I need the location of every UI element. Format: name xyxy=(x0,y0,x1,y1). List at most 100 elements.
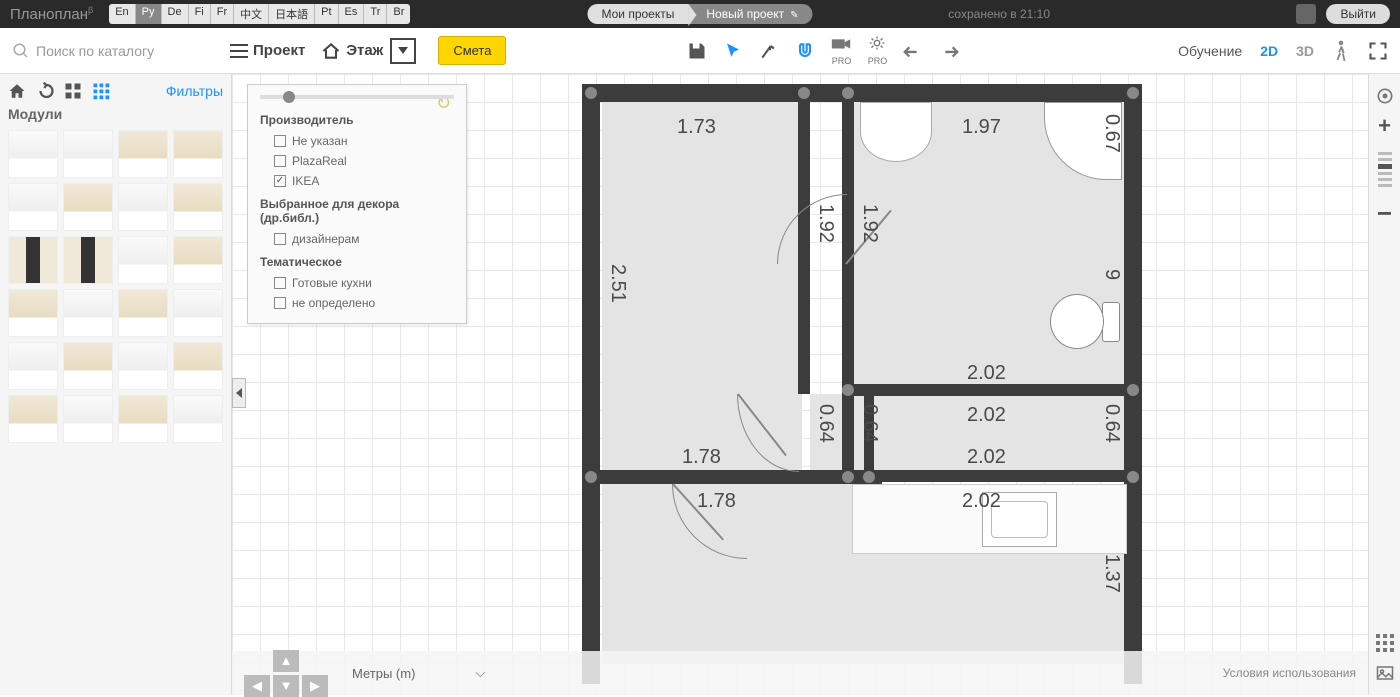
module-thumb[interactable] xyxy=(118,395,168,443)
back-icon[interactable] xyxy=(36,82,54,100)
filter-opt-designers[interactable]: дизайнерам xyxy=(260,229,454,249)
lang-ja[interactable]: 日本語 xyxy=(269,4,315,24)
module-thumb[interactable] xyxy=(8,236,58,284)
module-thumb[interactable] xyxy=(63,236,113,284)
module-thumb[interactable] xyxy=(173,395,223,443)
edit-icon[interactable]: ✎ xyxy=(790,10,798,21)
lang-pt[interactable]: Pt xyxy=(315,4,338,24)
zoom-slider[interactable] xyxy=(1378,152,1392,187)
home-icon[interactable] xyxy=(8,82,26,100)
zoom-in-icon[interactable]: + xyxy=(1375,116,1395,136)
dimension: 9 xyxy=(1100,269,1123,280)
filter-slider[interactable] xyxy=(260,95,454,99)
redo-button[interactable] xyxy=(938,40,960,62)
module-thumb[interactable] xyxy=(173,289,223,337)
module-thumb[interactable] xyxy=(118,130,168,178)
lang-es[interactable]: Es xyxy=(339,4,365,24)
lang-ru[interactable]: Ру xyxy=(136,4,162,24)
filter-opt-plazareal[interactable]: PlazaReal xyxy=(260,151,454,171)
module-thumb[interactable] xyxy=(118,342,168,390)
filter-heading: Выбранное для декора (др.библ.) xyxy=(260,197,454,225)
image-icon[interactable] xyxy=(1375,663,1395,683)
dimension: 1.78 xyxy=(682,446,721,469)
render-pro-tool[interactable]: PRO xyxy=(866,35,888,66)
fullscreen-icon[interactable] xyxy=(1368,41,1388,61)
learn-link[interactable]: Обучение xyxy=(1178,43,1242,59)
module-thumb[interactable] xyxy=(8,130,58,178)
module-thumb[interactable] xyxy=(8,289,58,337)
module-thumb[interactable] xyxy=(173,130,223,178)
module-thumb[interactable] xyxy=(118,236,168,284)
zoom-out-icon[interactable]: − xyxy=(1375,203,1395,223)
topbar: Планопланβ En Ру De Fi Fr 中文 日本語 Pt Es T… xyxy=(0,0,1400,28)
floorplan[interactable]: 1.73 1.97 0.67 2.51 1.92 1.92 9 2.02 0.6… xyxy=(582,84,1152,664)
wall-tool[interactable] xyxy=(758,40,780,62)
undo-button[interactable] xyxy=(902,40,924,62)
lang-de[interactable]: De xyxy=(162,4,189,24)
search-input[interactable]: Поиск по каталогу xyxy=(12,42,222,60)
exit-button[interactable]: Выйти xyxy=(1326,4,1390,24)
walk-mode-icon[interactable] xyxy=(1332,40,1350,62)
filter-opt-ikea[interactable]: IKEA xyxy=(260,171,454,191)
door[interactable] xyxy=(737,394,797,472)
nav-right[interactable]: ▶ xyxy=(302,675,328,697)
terms-link[interactable]: Условия использования xyxy=(1223,666,1356,680)
module-thumb[interactable] xyxy=(8,395,58,443)
grid-large-icon[interactable] xyxy=(64,82,82,100)
sink-fixture[interactable] xyxy=(860,102,932,162)
estimate-button[interactable]: Смета xyxy=(438,36,506,65)
view-3d[interactable]: 3D xyxy=(1296,43,1314,59)
filter-opt-undefined[interactable]: не определено xyxy=(260,293,454,313)
grid-toggle-icon[interactable] xyxy=(1375,633,1395,653)
nav-pad: ▲ ◀▼▶ xyxy=(244,650,328,697)
dimension: 0.67 xyxy=(1100,114,1123,153)
share-icon[interactable] xyxy=(1296,4,1316,24)
toolbar: Поиск по каталогу Проект Этаж Смета PRO … xyxy=(0,28,1400,74)
module-thumb[interactable] xyxy=(118,183,168,231)
module-thumb[interactable] xyxy=(8,342,58,390)
module-thumb[interactable] xyxy=(173,342,223,390)
nav-down[interactable]: ▼ xyxy=(273,675,299,697)
module-thumb[interactable] xyxy=(63,130,113,178)
project-menu[interactable]: Проект xyxy=(230,42,305,59)
module-thumb[interactable] xyxy=(63,289,113,337)
module-thumb[interactable] xyxy=(173,183,223,231)
filter-panel: ↻ Производитель Не указан PlazaReal IKEA… xyxy=(247,84,467,324)
lang-fr[interactable]: Fr xyxy=(211,4,234,24)
units-dropdown[interactable]: Метры (m)⌵ xyxy=(344,661,493,685)
view-2d[interactable]: 2D xyxy=(1260,43,1278,59)
module-thumb[interactable] xyxy=(63,342,113,390)
breadcrumb-current[interactable]: Новый проект✎ xyxy=(688,4,812,24)
filter-opt-unspecified[interactable]: Не указан xyxy=(260,131,454,151)
save-icon[interactable] xyxy=(686,40,708,62)
breadcrumb-projects[interactable]: Мои проекты xyxy=(587,4,688,24)
dimension: 2.51 xyxy=(606,264,629,303)
module-thumb[interactable] xyxy=(63,183,113,231)
lang-zh[interactable]: 中文 xyxy=(234,4,269,24)
toolbar-right: Обучение 2D 3D xyxy=(1178,40,1388,62)
dimension: 2.02 xyxy=(962,490,1001,513)
floor-menu[interactable]: Этаж xyxy=(321,38,416,64)
dimension: 1.78 xyxy=(697,490,736,513)
nav-up[interactable]: ▲ xyxy=(273,650,299,672)
lang-fi[interactable]: Fi xyxy=(189,4,211,24)
lang-tr[interactable]: Tr xyxy=(364,4,387,24)
sidebar-collapse[interactable] xyxy=(232,378,246,408)
toilet-fixture[interactable] xyxy=(1050,294,1120,349)
magnet-tool[interactable] xyxy=(794,40,816,62)
module-thumb[interactable] xyxy=(173,236,223,284)
camera-pro-tool[interactable]: PRO xyxy=(830,35,852,66)
target-icon[interactable] xyxy=(1375,86,1395,106)
module-thumb[interactable] xyxy=(8,183,58,231)
lang-en[interactable]: En xyxy=(109,4,135,24)
filters-link[interactable]: Фильтры xyxy=(166,83,223,99)
module-thumb[interactable] xyxy=(63,395,113,443)
pointer-tool[interactable] xyxy=(722,40,744,62)
floor-dropdown[interactable] xyxy=(390,38,416,64)
filter-opt-kitchens[interactable]: Готовые кухни xyxy=(260,273,454,293)
module-thumb[interactable] xyxy=(118,289,168,337)
lang-br[interactable]: Br xyxy=(387,4,410,24)
grid-small-icon[interactable] xyxy=(92,82,110,100)
catalog-sidebar: Фильтры Модули xyxy=(0,74,232,695)
nav-left[interactable]: ◀ xyxy=(244,675,270,697)
